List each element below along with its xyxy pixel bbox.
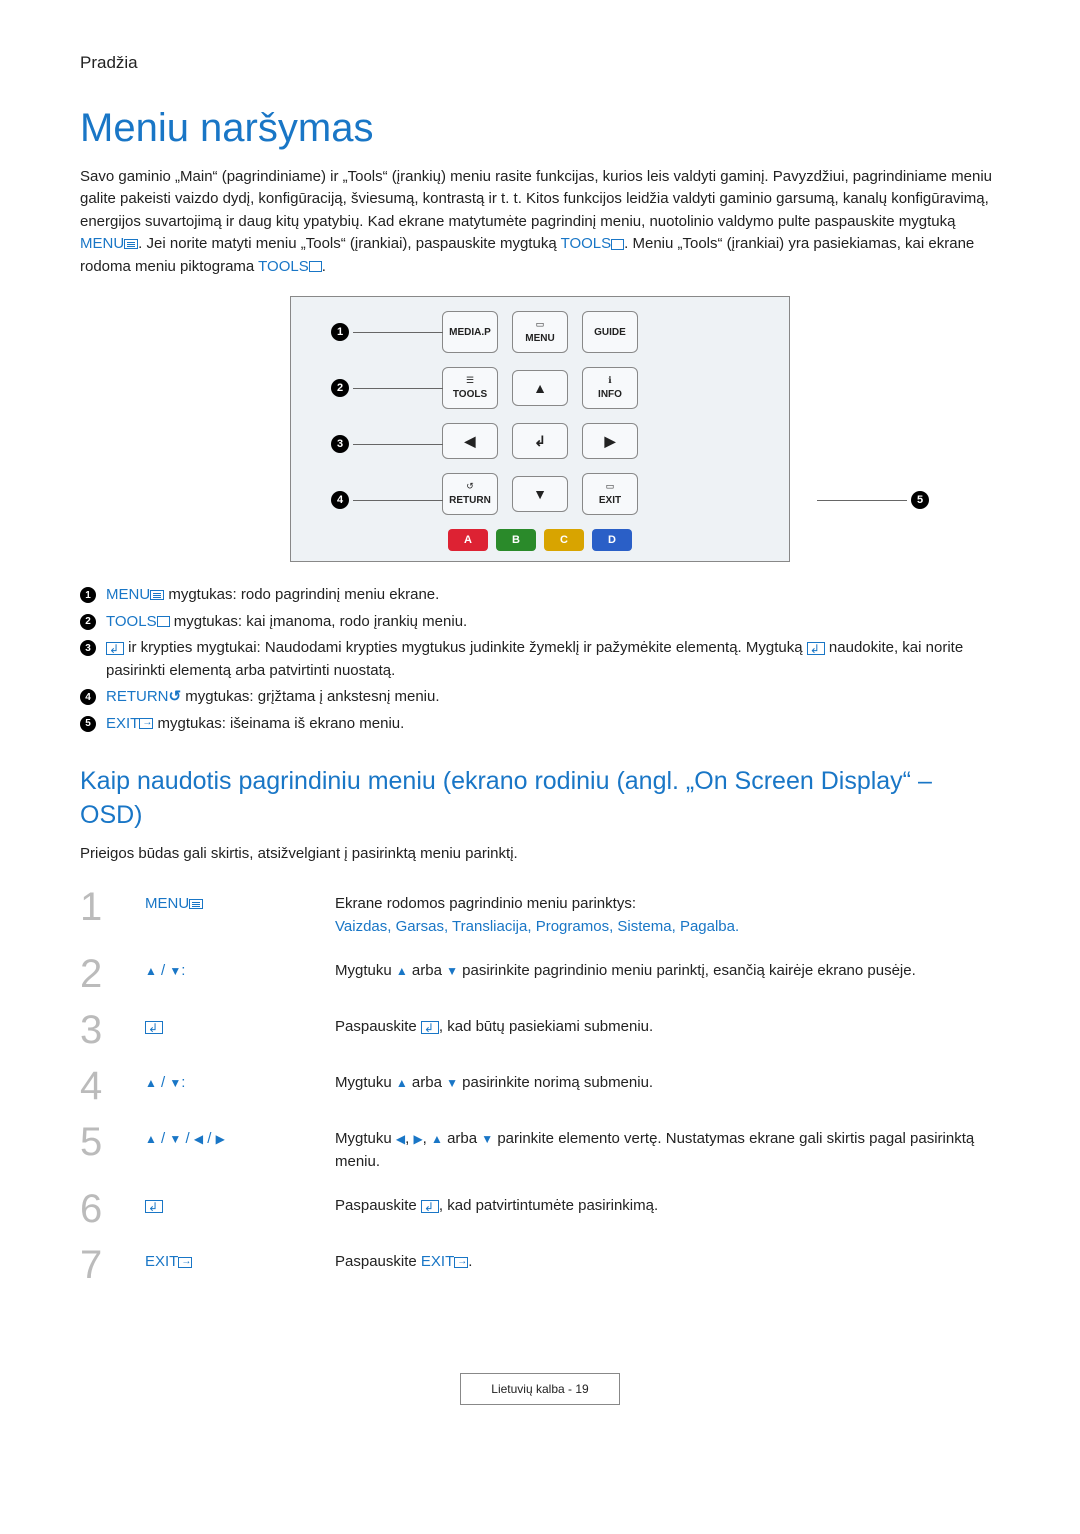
up-icon bbox=[396, 964, 408, 978]
callout-3: 3 bbox=[331, 435, 443, 453]
steps-table: 1 MENU Ekrane rodomos pagrindinio meniu … bbox=[80, 879, 1000, 1293]
tools-icon bbox=[611, 239, 624, 250]
tools-word-2: TOOLS bbox=[258, 258, 322, 275]
right-icon bbox=[216, 1132, 225, 1146]
down-icon bbox=[481, 1132, 493, 1146]
legend-2: 2TOOLS mygtukas: kai įmanoma, rodo įrank… bbox=[80, 611, 1000, 634]
step-6: 6 Paspauskite , kad patvirtintumėte pasi… bbox=[80, 1181, 1000, 1237]
remote-key-guide: GUIDE bbox=[582, 311, 638, 353]
up-icon bbox=[396, 1076, 408, 1090]
access-note: Prieigos būdas gali skirtis, atsižvelgia… bbox=[80, 843, 1000, 866]
enter-icon bbox=[145, 1021, 163, 1034]
exit-icon bbox=[454, 1257, 468, 1268]
remote-key-b: B bbox=[496, 529, 536, 551]
legend-list: 1MENU mygtukas: rodo pagrindinį meniu ek… bbox=[80, 584, 1000, 735]
remote-key-enter: ↲ bbox=[512, 423, 568, 459]
step-2: 2 / : Mygtuku arba pasirinkite pagrindin… bbox=[80, 946, 1000, 1002]
callout-5: 5 bbox=[817, 491, 929, 509]
remote-key-return: ↺RETURN bbox=[442, 473, 498, 515]
legend-4: 4RETURN↺ mygtukas: grįžtama į ankstesnį … bbox=[80, 686, 1000, 709]
remote-figure: 1 2 3 4 5 MEDIA.P ▭MENU GUIDE ☰TOOLS ▲ ℹ… bbox=[80, 296, 1000, 562]
menu-icon bbox=[124, 239, 138, 249]
step-1: 1 MENU Ekrane rodomos pagrindinio meniu … bbox=[80, 879, 1000, 946]
down-icon bbox=[169, 964, 181, 978]
exit-icon bbox=[139, 718, 153, 729]
left-icon bbox=[396, 1132, 405, 1146]
remote-key-c: C bbox=[544, 529, 584, 551]
legend-1: 1MENU mygtukas: rodo pagrindinį meniu ek… bbox=[80, 584, 1000, 607]
remote-key-info: ℹINFO bbox=[582, 367, 638, 409]
enter-icon bbox=[421, 1021, 439, 1034]
remote-key-exit: ▭EXIT bbox=[582, 473, 638, 515]
remote-key-down: ▼ bbox=[512, 476, 568, 512]
intro-paragraph: Savo gaminio „Main“ (pagrindiniame) ir „… bbox=[80, 166, 1000, 279]
remote-key-up: ▲ bbox=[512, 370, 568, 406]
menu-word: MENU bbox=[80, 235, 138, 252]
enter-icon bbox=[106, 642, 124, 655]
exit-icon bbox=[178, 1257, 192, 1268]
up-icon bbox=[145, 1132, 157, 1146]
remote-key-menu: ▭MENU bbox=[512, 311, 568, 353]
right-icon bbox=[413, 1132, 422, 1146]
remote-outline: 1 2 3 4 5 MEDIA.P ▭MENU GUIDE ☰TOOLS ▲ ℹ… bbox=[290, 296, 790, 562]
subheading-osd: Kaip naudotis pagrindiniu meniu (ekrano … bbox=[80, 765, 1000, 833]
legend-5: 5EXIT mygtukas: išeinama iš ekrano meniu… bbox=[80, 713, 1000, 736]
down-icon bbox=[169, 1132, 181, 1146]
remote-key-left: ◀ bbox=[442, 423, 498, 459]
up-icon bbox=[145, 964, 157, 978]
down-icon bbox=[446, 1076, 458, 1090]
remote-key-mediap: MEDIA.P bbox=[442, 311, 498, 353]
down-icon bbox=[446, 964, 458, 978]
step-7: 7 EXIT Paspauskite EXIT. bbox=[80, 1237, 1000, 1293]
step-5: 5 / / / Mygtuku , , arba parinkite eleme… bbox=[80, 1114, 1000, 1181]
menu-icon bbox=[150, 590, 164, 600]
step-4: 4 / : Mygtuku arba pasirinkite norimą su… bbox=[80, 1058, 1000, 1114]
page-title: Meniu naršymas bbox=[80, 98, 1000, 158]
legend-3: 3 ir krypties mygtukai: Naudodami krypti… bbox=[80, 637, 1000, 682]
left-icon bbox=[194, 1132, 203, 1146]
remote-key-right: ▶ bbox=[582, 423, 638, 459]
down-icon bbox=[169, 1076, 181, 1090]
tools-icon bbox=[309, 261, 322, 272]
tools-icon bbox=[157, 616, 170, 627]
page-footer: Lietuvių kalba - 19 bbox=[80, 1373, 1000, 1405]
tools-word: TOOLS bbox=[561, 235, 625, 252]
menu-icon bbox=[189, 899, 203, 909]
remote-key-d: D bbox=[592, 529, 632, 551]
remote-key-a: A bbox=[448, 529, 488, 551]
callout-2: 2 bbox=[331, 379, 443, 397]
return-icon: ↺ bbox=[169, 686, 182, 709]
section-header: Pradžia bbox=[80, 50, 1000, 76]
callout-1: 1 bbox=[331, 323, 443, 341]
callout-4: 4 bbox=[331, 491, 443, 509]
up-icon bbox=[145, 1076, 157, 1090]
enter-icon bbox=[421, 1200, 439, 1213]
step-3: 3 Paspauskite , kad būtų pasiekiami subm… bbox=[80, 1002, 1000, 1058]
enter-icon bbox=[807, 642, 825, 655]
remote-key-tools: ☰TOOLS bbox=[442, 367, 498, 409]
enter-icon bbox=[145, 1200, 163, 1213]
up-icon bbox=[431, 1132, 443, 1146]
